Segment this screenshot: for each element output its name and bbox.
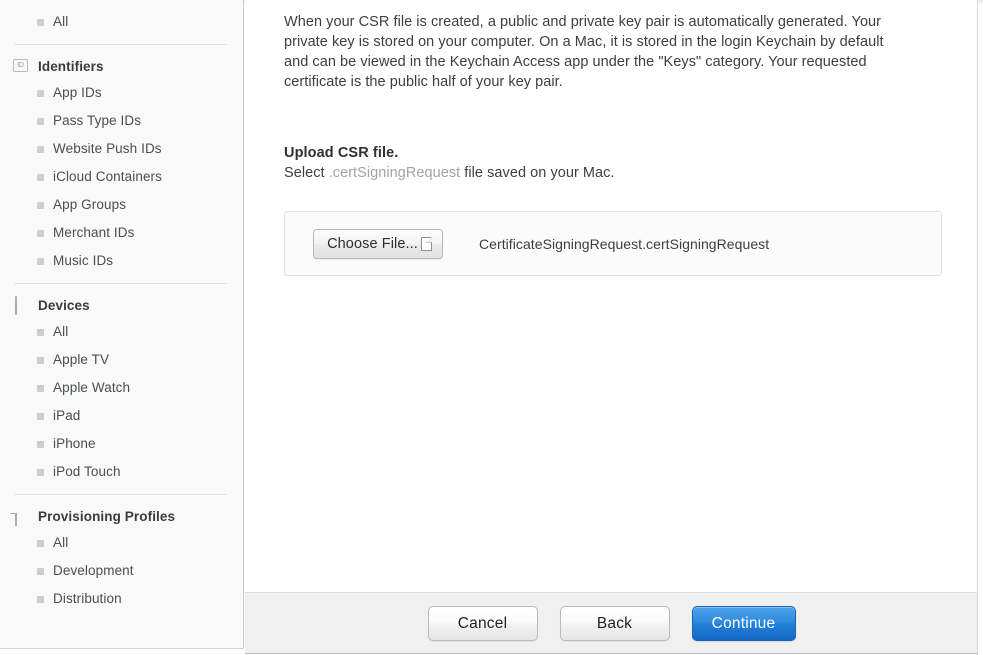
sidebar-item-label: iPad (53, 408, 81, 424)
bullet-icon (37, 468, 44, 476)
continue-button[interactable]: Continue (691, 606, 796, 641)
sidebar-item-label: Music IDs (53, 253, 114, 269)
choose-file-label: Choose File... (327, 235, 418, 252)
document-icon (13, 507, 28, 526)
sidebar-item-profiles-development[interactable]: Development (0, 557, 243, 585)
sidebar-item-icloud-containers[interactable]: iCloud Containers (0, 163, 243, 191)
sidebar-item-profiles-all[interactable]: All (0, 529, 243, 557)
bullet-icon (37, 356, 44, 364)
file-upload-box: Choose File... CertificateSigningRequest… (284, 211, 942, 276)
sidebar-item-label: Development (53, 563, 134, 579)
sidebar-item-label: All (53, 324, 69, 340)
subtitle-suffix: file saved on your Mac. (460, 165, 615, 181)
footer-action-bar: Cancel Back Continue (245, 592, 978, 654)
bullet-icon (37, 89, 44, 97)
phone-icon (13, 296, 28, 315)
sidebar-group-label: Devices (38, 297, 90, 313)
bullet-icon (37, 595, 44, 603)
bullet-icon (37, 173, 44, 181)
bullet-icon (37, 539, 44, 547)
sidebar-item-ipod-touch[interactable]: iPod Touch (0, 458, 243, 486)
sidebar-item-profiles-distribution[interactable]: Distribution (0, 585, 243, 613)
sidebar-group-label: Identifiers (38, 58, 104, 74)
sidebar-group-identifiers[interactable]: ID Identifiers (0, 53, 243, 79)
sidebar-item-label: Pass Type IDs (53, 113, 142, 129)
sidebar-item-certificates-all[interactable]: All (0, 8, 243, 36)
main-content: When your CSR file is created, a public … (245, 0, 978, 592)
sidebar-content: All ID Identifiers App IDs Pass Type IDs (0, 8, 243, 613)
sidebar-item-label: App Groups (53, 197, 127, 213)
cancel-button[interactable]: Cancel (427, 606, 538, 641)
sidebar-item-label: Website Push IDs (53, 141, 162, 157)
choose-file-button[interactable]: Choose File... (313, 228, 443, 259)
subtitle-prefix: Select (284, 165, 329, 181)
bullet-icon (37, 412, 44, 420)
file-document-icon (420, 236, 432, 251)
sidebar-item-apple-watch[interactable]: Apple Watch (0, 374, 243, 402)
back-button[interactable]: Back (559, 606, 670, 641)
bullet-icon (37, 117, 44, 125)
selected-file-name: CertificateSigningRequest.certSigningReq… (479, 235, 770, 252)
sidebar-item-label: Distribution (53, 591, 122, 607)
sidebar-item-app-ids[interactable]: App IDs (0, 79, 243, 107)
upload-section-heading: Upload CSR file. (284, 145, 399, 161)
right-edge-rule (977, 0, 978, 655)
sidebar-group-label: Provisioning Profiles (38, 508, 176, 524)
sidebar-item-ipad[interactable]: iPad (0, 402, 243, 430)
bullet-icon (37, 257, 44, 265)
sidebar-group-provisioning-profiles[interactable]: Provisioning Profiles (0, 503, 243, 529)
sidebar-item-label: iCloud Containers (53, 169, 163, 185)
sidebar-item-pass-type-ids[interactable]: Pass Type IDs (0, 107, 243, 135)
sidebar-item-merchant-ids[interactable]: Merchant IDs (0, 219, 243, 247)
sidebar-item-devices-all[interactable]: All (0, 318, 243, 346)
sidebar-bottom-rule (0, 648, 244, 649)
content-inner: When your CSR file is created, a public … (245, 0, 978, 276)
sidebar-item-apple-tv[interactable]: Apple TV (0, 346, 243, 374)
app-root: All ID Identifiers App IDs Pass Type IDs (0, 0, 983, 655)
bullet-icon (37, 567, 44, 575)
sidebar-item-label: Merchant IDs (53, 225, 135, 241)
sidebar: All ID Identifiers App IDs Pass Type IDs (0, 0, 244, 649)
csr-description-paragraph: When your CSR file is created, a public … (284, 14, 884, 90)
id-badge-icon: ID (13, 58, 28, 74)
sidebar-item-iphone[interactable]: iPhone (0, 430, 243, 458)
bullet-icon (37, 229, 44, 237)
sidebar-item-label: All (53, 14, 69, 30)
sidebar-item-label: iPhone (53, 436, 96, 452)
bullet-icon (37, 18, 44, 26)
sidebar-item-music-ids[interactable]: Music IDs (0, 247, 243, 275)
bullet-icon (37, 201, 44, 209)
sidebar-divider (14, 494, 227, 495)
sidebar-item-label: All (53, 535, 69, 551)
sidebar-item-website-push-ids[interactable]: Website Push IDs (0, 135, 243, 163)
sidebar-item-label: iPod Touch (53, 464, 121, 480)
sidebar-item-label: App IDs (53, 85, 102, 101)
bullet-icon (37, 384, 44, 392)
subtitle-extension: .certSigningRequest (328, 165, 461, 181)
sidebar-group-devices[interactable]: Devices (0, 292, 243, 318)
bullet-icon (37, 440, 44, 448)
bullet-icon (37, 328, 44, 336)
sidebar-item-label: Apple TV (53, 352, 110, 368)
sidebar-divider (14, 283, 227, 284)
sidebar-item-app-groups[interactable]: App Groups (0, 191, 243, 219)
sidebar-item-label: Apple Watch (53, 380, 131, 396)
bottom-edge-rule (245, 653, 978, 654)
bullet-icon (37, 145, 44, 153)
upload-section-subtitle: Select .certSigningRequest file saved on… (284, 165, 938, 181)
sidebar-divider (14, 44, 227, 45)
